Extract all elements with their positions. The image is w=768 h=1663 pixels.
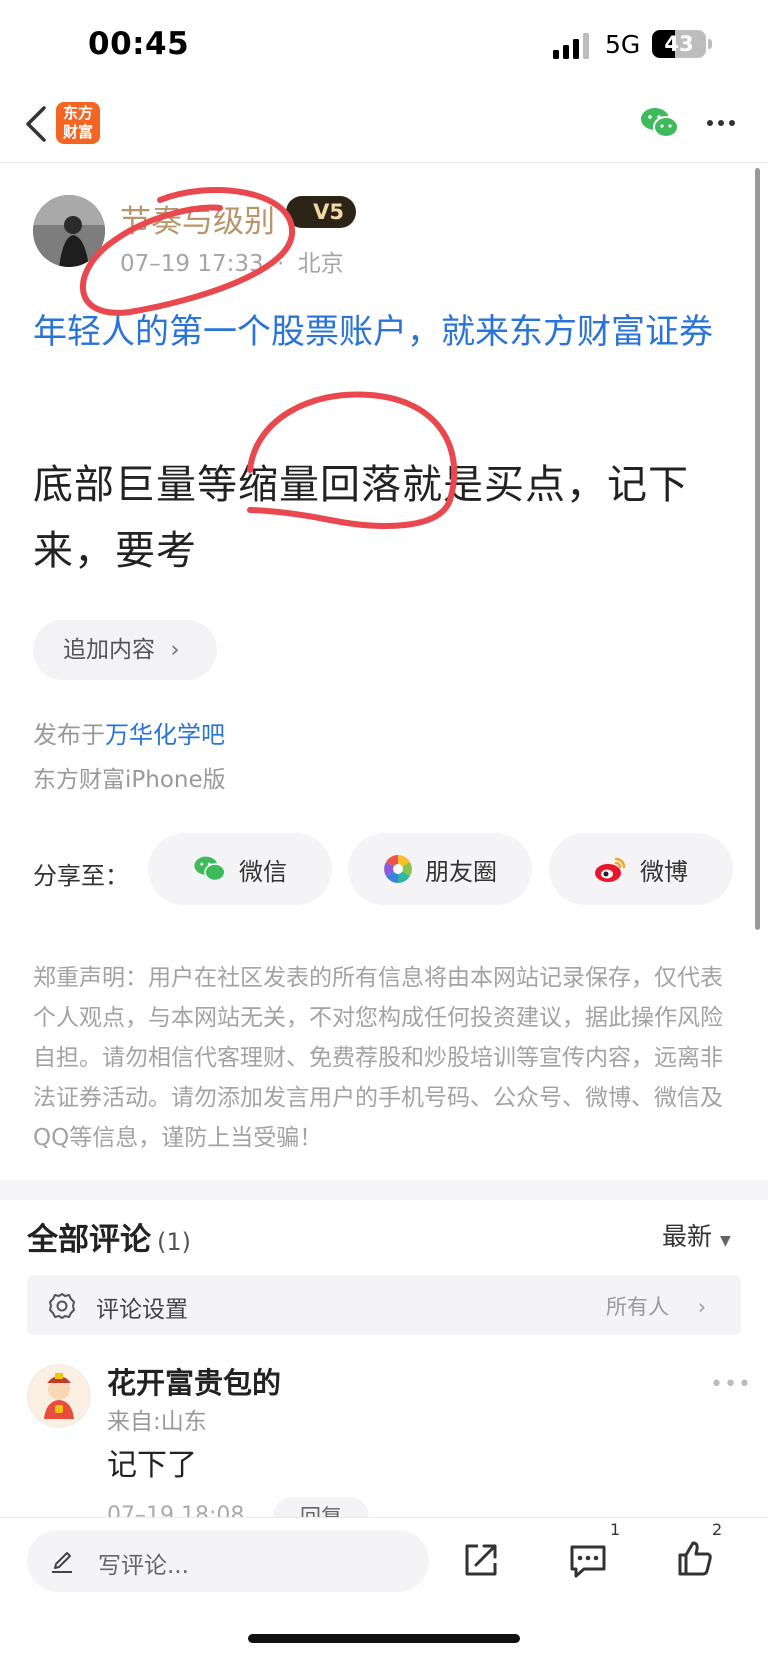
share-wechat-label: 微信 bbox=[239, 857, 287, 886]
forum-link[interactable]: 万华化学吧 bbox=[105, 721, 225, 749]
share-wechat-button[interactable]: 微信 bbox=[148, 833, 332, 905]
post-timestamp: 07–19 17:33 bbox=[120, 251, 264, 277]
comment-text: 记下了 bbox=[107, 1448, 197, 1483]
meta-separator: · bbox=[276, 251, 285, 277]
comment-settings-value: 所有人 › bbox=[606, 1291, 706, 1321]
status-time: 00:45 bbox=[88, 26, 190, 62]
network-type: 5G bbox=[605, 30, 641, 59]
post-body: 底部巨量等缩量回落就是买点，记下来，要考 bbox=[33, 462, 689, 574]
scrollbar[interactable] bbox=[755, 168, 760, 930]
moments-icon bbox=[384, 855, 412, 883]
share-weibo-label: 微博 bbox=[640, 857, 688, 886]
published-in: 发布于万华化学吧 bbox=[33, 715, 225, 750]
comments-count: (1) bbox=[157, 1228, 191, 1256]
commenter-avatar[interactable] bbox=[27, 1364, 91, 1428]
commenter-name[interactable]: 花开富贵包的 bbox=[107, 1360, 281, 1402]
sort-label: 最新 bbox=[662, 1222, 713, 1251]
chevron-right-icon: › bbox=[697, 1295, 707, 1319]
add-content-label: 追加内容 bbox=[63, 637, 155, 663]
comment-input[interactable] bbox=[27, 1530, 429, 1592]
like-count-badge: 2 bbox=[712, 1520, 723, 1539]
comment-icon[interactable] bbox=[568, 1543, 608, 1579]
comments-header: 全部评论 (1) bbox=[27, 1214, 191, 1259]
comment-settings-label: 评论设置 bbox=[96, 1297, 188, 1323]
more-icon[interactable] bbox=[706, 118, 736, 128]
comment-count-badge: 1 bbox=[610, 1520, 621, 1539]
add-content-button[interactable]: 追加内容 › bbox=[33, 620, 217, 680]
battery-icon: 43 bbox=[652, 30, 706, 58]
chevron-right-icon: › bbox=[170, 637, 180, 663]
battery-percent: 43 bbox=[664, 32, 694, 56]
nav-divider bbox=[0, 162, 768, 163]
comment-input-placeholder: 写评论... bbox=[98, 1553, 189, 1579]
like-icon[interactable] bbox=[676, 1539, 714, 1577]
home-indicator[interactable] bbox=[248, 1634, 520, 1643]
post-location: 北京 bbox=[297, 251, 344, 277]
post-client: 东方财富iPhone版 bbox=[33, 767, 226, 793]
section-divider bbox=[0, 1180, 768, 1200]
wechat-icon[interactable] bbox=[640, 106, 680, 140]
disclaimer: 郑重声明：用户在社区发表的所有信息将由本网站记录保存，仅代表个人观点，与本网站无… bbox=[33, 965, 723, 1151]
share-moments-button[interactable]: 朋友圈 bbox=[348, 833, 532, 905]
vip-badge: V5 bbox=[286, 196, 356, 228]
comment-more-icon[interactable]: ••• bbox=[710, 1372, 752, 1397]
share-weibo-button[interactable]: 微博 bbox=[549, 833, 733, 905]
weibo-icon bbox=[595, 857, 626, 882]
app-logo: 东方 财富 bbox=[56, 102, 100, 144]
author-avatar[interactable] bbox=[33, 195, 105, 267]
commenter-location: 来自:山东 bbox=[107, 1409, 207, 1435]
share-label: 分享至： bbox=[33, 862, 129, 890]
battery-tip bbox=[708, 39, 712, 49]
signal-icon bbox=[553, 33, 593, 59]
caret-down-icon: ▼ bbox=[719, 1233, 731, 1249]
share-moments-label: 朋友圈 bbox=[425, 857, 497, 886]
comments-title: 全部评论 bbox=[27, 1222, 151, 1258]
pencil-icon bbox=[48, 1546, 76, 1574]
published-prefix: 发布于 bbox=[33, 721, 105, 749]
wechat-icon bbox=[194, 856, 226, 882]
author-name[interactable]: 节奏与级别 bbox=[120, 196, 275, 241]
back-icon[interactable] bbox=[22, 104, 50, 144]
share-icon[interactable] bbox=[462, 1541, 500, 1579]
sort-dropdown[interactable]: 最新 ▼ bbox=[662, 1217, 731, 1253]
gear-icon bbox=[47, 1291, 77, 1321]
promo-title-link[interactable]: 年轻人的第一个股票账户，就来东方财富证券 bbox=[33, 306, 733, 358]
post-meta: 07–19 17:33 · 北京 bbox=[120, 244, 344, 278]
settings-value-text: 所有人 bbox=[606, 1295, 669, 1319]
